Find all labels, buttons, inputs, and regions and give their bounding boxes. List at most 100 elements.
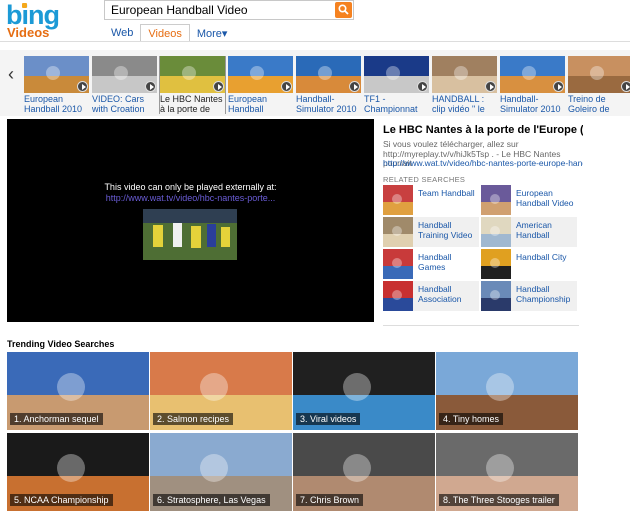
trending-tile[interactable]: 2. Salmon recipes [150,352,292,430]
trending-label[interactable]: 1. Anchorman sequel [10,413,103,425]
filmstrip-caption[interactable]: Handball-Simulator 2010 - [500,94,565,114]
related-search-item[interactable]: Handball Games [383,249,479,279]
filmstrip-item[interactable]: European Handball [228,56,293,114]
filmstrip-item[interactable]: Treino de Goleiro de Handebol de [568,56,630,114]
related-thumbnail[interactable] [481,217,511,247]
tab-web[interactable]: Web [104,24,140,42]
filmstrip-thumbnail[interactable] [24,56,89,93]
related-search-link[interactable]: Handball Championship [516,284,576,304]
search-icon [338,4,349,15]
related-search-item[interactable]: Handball City [481,249,577,279]
filmstrip-caption[interactable]: Treino de Goleiro de Handebol de [568,94,630,114]
filmstrip-item[interactable]: Le HBC Nantes à la porte de [159,56,226,114]
related-search-item[interactable]: Handball Training Video [383,217,479,247]
filmstrip-caption[interactable]: HANDBALL : clip vidéo " le groupe [432,94,497,114]
related-search-link[interactable]: Handball Training Video [418,220,478,240]
related-search-item[interactable]: Handball Championship [481,281,577,311]
play-icon [621,81,630,92]
related-search-item[interactable]: European Handball Video [481,185,577,215]
section-title: Videos [7,25,50,40]
trending-label[interactable]: 3. Viral videos [296,413,361,425]
trending-tile[interactable]: 5. NCAA Championship [7,433,149,511]
trending-heading: Trending Video Searches [7,339,115,349]
preview-image [143,209,237,260]
filmstrip-item[interactable]: Handball-Simulator 2010 - [500,56,565,114]
video-player[interactable]: This video can only be played externally… [7,119,374,322]
filmstrip-thumbnail[interactable] [228,56,293,93]
tab-more[interactable]: More▾ [190,24,235,42]
filmstrip: European Handball 2010 VIDEO: Cars with C… [24,56,630,114]
filmstrip-thumbnail[interactable] [92,56,157,93]
related-search-link[interactable]: Handball Association [418,284,478,304]
related-search-link[interactable]: Handball Games [418,252,478,272]
filmstrip-prev-arrow-icon[interactable]: ‹ [8,64,14,85]
related-searches-heading: RELATED SEARCHES [383,175,466,184]
filmstrip-item[interactable]: European Handball 2010 [24,56,89,114]
tab-videos[interactable]: Videos [140,24,190,42]
play-icon [553,81,564,92]
related-thumbnail[interactable] [383,217,413,247]
filmstrip-item[interactable]: HANDBALL : clip vidéo " le groupe [432,56,497,114]
related-thumbnail[interactable] [481,249,511,279]
filmstrip-item[interactable]: TF1 - Championnat [364,56,429,114]
related-search-link[interactable]: Team Handball [418,188,478,198]
related-thumbnail[interactable] [383,281,413,311]
filmstrip-caption[interactable]: TF1 - Championnat [364,94,429,114]
trending-label[interactable]: 6. Stratosphere, Las Vegas [153,494,270,506]
related-search-link[interactable]: American Handball [516,220,576,240]
trending-label[interactable]: 8. The Three Stooges trailer [439,494,559,506]
play-icon [485,81,496,92]
trending-tile[interactable]: 7. Chris Brown [293,433,435,511]
scope-tabs: Web Videos More▾ [104,24,234,42]
trending-tile[interactable]: 1. Anchorman sequel [7,352,149,430]
related-search-link[interactable]: European Handball Video [516,188,576,208]
related-search-item[interactable]: Team Handball [383,185,479,215]
related-image [383,217,413,247]
filmstrip-item[interactable]: VIDEO: Cars with Croation number [92,56,157,114]
search-input[interactable] [105,1,331,19]
trending-label[interactable]: 4. Tiny homes [439,413,504,425]
related-search-item[interactable]: American Handball [481,217,577,247]
player-message: This video can only be played externally… [104,182,277,192]
filmstrip-thumbnail[interactable] [160,56,225,93]
player-external-link[interactable]: http://www.wat.tv/video/hbc-nantes-porte… [7,193,374,203]
filmstrip-thumbnail[interactable] [364,56,429,93]
play-icon [145,81,156,92]
filmstrip-caption[interactable]: VIDEO: Cars with Croation number [92,94,157,114]
filmstrip-caption[interactable]: Handball-Simulator 2010 - [296,94,361,114]
video-title[interactable]: Le HBC Nantes à la porte de l'Europe (Ha… [383,124,583,136]
logo-dot-icon [22,3,27,8]
related-image [383,281,413,311]
trending-tile[interactable]: 3. Viral videos [293,352,435,430]
related-image [481,249,511,279]
related-image [383,185,413,215]
trending-label[interactable]: 2. Salmon recipes [153,413,234,425]
player-preview-frame[interactable] [143,209,237,260]
related-thumbnail[interactable] [383,249,413,279]
related-image [383,249,413,279]
related-divider [383,325,579,326]
filmstrip-thumbnail[interactable] [296,56,361,93]
trending-label[interactable]: 5. NCAA Championship [10,494,113,506]
filmstrip-caption[interactable]: European Handball 2010 [24,94,89,114]
filmstrip-caption[interactable]: European Handball [228,94,293,114]
search-button[interactable] [335,2,352,18]
play-icon [213,81,224,92]
play-icon [281,81,292,92]
filmstrip-thumbnail[interactable] [500,56,565,93]
trending-tile[interactable]: 6. Stratosphere, Las Vegas [150,433,292,511]
filmstrip-item[interactable]: Handball-Simulator 2010 - [296,56,361,114]
related-search-link[interactable]: Handball City [516,252,576,262]
trending-tile[interactable]: 8. The Three Stooges trailer [436,433,578,511]
filmstrip-thumbnail[interactable] [568,56,630,93]
related-thumbnail[interactable] [481,281,511,311]
filmstrip-caption[interactable]: Le HBC Nantes à la porte de [160,94,225,114]
trending-label[interactable]: 7. Chris Brown [296,494,364,506]
search-box [104,0,354,20]
trending-tile[interactable]: 4. Tiny homes [436,352,578,430]
filmstrip-thumbnail[interactable] [432,56,497,93]
related-search-item[interactable]: Handball Association [383,281,479,311]
related-thumbnail[interactable] [481,185,511,215]
video-source-link[interactable]: http://www.wat.tv/video/hbc-nantes-porte… [383,158,583,168]
related-thumbnail[interactable] [383,185,413,215]
